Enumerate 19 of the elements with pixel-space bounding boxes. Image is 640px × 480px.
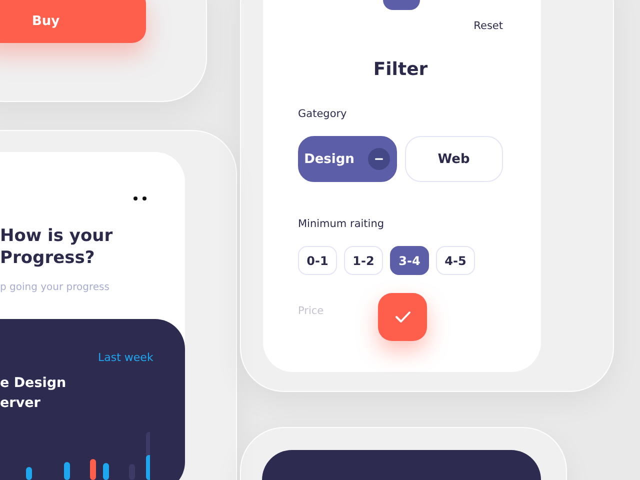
more-icon[interactable] — [133, 196, 147, 201]
category-label: Gategory — [298, 108, 347, 120]
rating-chip[interactable]: 4-5 — [436, 246, 475, 275]
check-icon — [394, 311, 410, 323]
confirm-button[interactable] — [378, 293, 427, 341]
course-title: e Design erver — [0, 374, 68, 413]
minus-icon[interactable] — [368, 148, 390, 170]
category-chip[interactable]: Web — [404, 136, 503, 182]
rating-chip[interactable]: 1-2 — [344, 246, 383, 275]
filter-title: Filter — [372, 58, 429, 82]
last-week-link[interactable]: Last week — [98, 351, 154, 364]
rating-chip[interactable]: 3-4 — [390, 246, 429, 275]
category-chip[interactable]: Design — [298, 136, 396, 182]
rating-chip[interactable]: 0-1 — [298, 246, 337, 275]
price-label: Price — [298, 305, 324, 317]
progress-heading: How is your Progress? — [0, 225, 114, 269]
reset-link[interactable]: Reset — [474, 20, 503, 40]
rating-label: Minimum raiting — [298, 218, 384, 230]
progress-subtitle: p going your progress — [0, 282, 110, 293]
